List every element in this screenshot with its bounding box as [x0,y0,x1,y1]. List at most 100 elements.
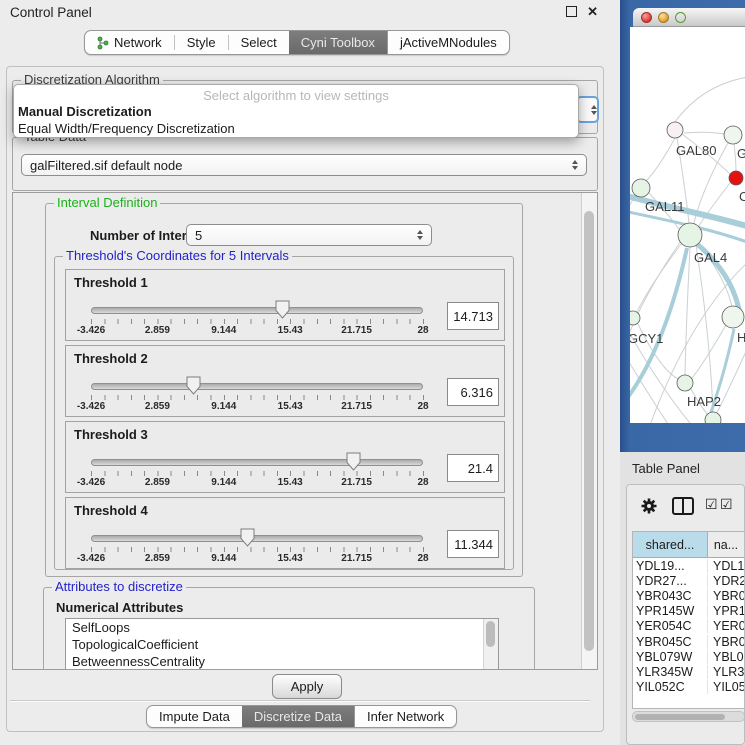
tab-network[interactable]: Network [85,31,174,54]
network-window-titlebar[interactable] [633,8,745,27]
network-edge[interactable] [696,245,713,412]
network-node[interactable] [729,171,743,185]
slider-track[interactable] [91,307,423,314]
list-scrollbar-thumb[interactable] [486,621,495,647]
checkbox-icon[interactable]: ☑ [720,496,733,513]
cell-shared-name[interactable]: YIL052C [633,680,708,694]
cell-shared-name[interactable]: YER054C [633,619,708,633]
close-icon[interactable]: ✕ [587,6,598,17]
table-row[interactable]: YBL079WYBL079W [633,649,744,664]
tick-label: 28 [417,477,428,488]
attribute-item[interactable]: BetweennessCentrality [66,653,498,670]
close-traffic-light-icon[interactable] [641,12,652,23]
tab-impute-data[interactable]: Impute Data [147,706,242,727]
node-table[interactable]: shared... na... YDL19...YDL19YDR27...YDR… [632,531,745,709]
network-node[interactable] [630,311,640,325]
network-node[interactable] [677,375,693,391]
table-hscrollbar-thumb[interactable] [635,714,725,720]
network-canvas[interactable]: GAL80GACGAL11GAL4GCY1HHAP2 [630,27,745,423]
table-hscrollbar[interactable] [632,711,745,722]
cell-shared-name[interactable]: YDL19... [633,559,708,573]
tab-cyni-toolbox[interactable]: Cyni Toolbox [289,31,387,54]
table-row[interactable]: YIL052CYIL052C [633,680,744,695]
cell-shared-name[interactable]: YDR27... [633,574,708,588]
threshold-value[interactable]: 11.344 [447,530,499,558]
slider-handle[interactable] [275,300,290,319]
settings-scrollbar[interactable] [581,193,597,669]
minimize-traffic-light-icon[interactable] [658,12,669,23]
cell-shared-name[interactable]: YBL079W [633,650,708,664]
zoom-traffic-light-icon[interactable] [675,12,686,23]
tick-label: -3.426 [77,401,105,412]
slider-ticks [91,319,424,324]
cell-name[interactable]: YDL19 [708,559,744,573]
table-row[interactable]: YBR045CYBR045C [633,634,744,649]
float-window-icon[interactable] [566,6,577,17]
cell-name[interactable]: YIL052C [708,680,744,694]
network-edge[interactable] [685,247,690,375]
popup-option-equal-width[interactable]: Equal Width/Frequency Discretization [14,120,578,137]
popup-option-manual[interactable]: Manual Discretization [14,103,578,120]
tab-infer-network[interactable]: Infer Network [355,706,456,727]
table-row[interactable]: YER054CYER054C [633,619,744,634]
slider-track[interactable] [91,535,423,542]
cell-name[interactable]: YBR043C [708,589,744,603]
attribute-item[interactable]: TopologicalCoefficient [66,636,498,653]
settings-scrollbar-thumb[interactable] [584,211,594,651]
cell-shared-name[interactable]: YPR145W [633,604,708,618]
number-of-intervals-combobox[interactable]: 5 [186,224,432,246]
cell-name[interactable]: YPR145W [708,604,744,618]
list-scrollbar[interactable] [483,619,498,670]
spinner-arrows-icon [591,105,597,115]
cell-shared-name[interactable]: YBR043C [633,589,708,603]
numerical-attributes-list[interactable]: SelfLoopsTopologicalCoefficientBetweenne… [65,618,499,670]
slider-track[interactable] [91,383,423,390]
tab-style[interactable]: Style [175,31,228,54]
network-edge[interactable] [675,77,745,122]
cell-name[interactable]: YBL079W [708,650,744,664]
threshold-value[interactable]: 14.713 [447,302,499,330]
threshold-value[interactable]: 21.4 [447,454,499,482]
slider-handle[interactable] [240,528,255,547]
network-node[interactable] [632,179,650,197]
cell-name[interactable]: YER054C [708,619,744,633]
table-row[interactable]: YLR345WYLR345W [633,664,744,679]
cell-name[interactable]: YBR045C [708,635,744,649]
network-edge[interactable] [684,132,724,134]
network-node-label: GAL11 [645,199,685,214]
table-panel: Table Panel ☑ ☑ shared... na... [620,452,745,745]
apply-button[interactable]: Apply [272,674,342,699]
tab-select[interactable]: Select [229,31,289,54]
table-row[interactable]: YDL19...YDL19 [633,558,744,573]
cell-shared-name[interactable]: YLR345W [633,665,708,679]
slider-handle[interactable] [346,452,361,471]
column-header-name[interactable]: na... [708,532,744,557]
column-header-shared-name[interactable]: shared... [633,532,708,557]
network-node[interactable] [722,306,744,328]
network-node[interactable] [678,223,702,247]
cell-name[interactable]: YLR345W [708,665,744,679]
gear-icon[interactable] [640,497,658,515]
checkbox-icon[interactable]: ☑ [705,496,718,513]
table-row[interactable]: YDR27...YDR27 [633,573,744,588]
slider-track[interactable] [91,459,423,466]
cell-name[interactable]: YDR27 [708,574,744,588]
attribute-item[interactable]: SelfLoops [66,619,498,636]
network-node[interactable] [724,126,742,144]
cell-shared-name[interactable]: YBR045C [633,635,708,649]
table-row[interactable]: YPR145WYPR145W [633,604,744,619]
table-row[interactable]: YBR043CYBR043C [633,588,744,603]
network-edge[interactable] [646,138,675,181]
tab-discretize-data[interactable]: Discretize Data [242,706,354,727]
algorithm-combobox-fragment[interactable] [576,96,599,123]
network-edge[interactable] [734,144,736,171]
network-node[interactable] [667,122,683,138]
slider-handle[interactable] [186,376,201,395]
tick-label: 15.43 [278,477,303,488]
table-data-combobox[interactable]: galFiltered.sif default node [21,154,587,176]
network-graph: GAL80GACGAL11GAL4GCY1HHAP2 [630,27,745,423]
tab-jactivemnodules[interactable]: jActiveMNodules [388,31,509,54]
threshold-value[interactable]: 6.316 [447,378,499,406]
tab-network-label: Network [114,35,162,50]
split-columns-icon[interactable] [672,497,694,515]
